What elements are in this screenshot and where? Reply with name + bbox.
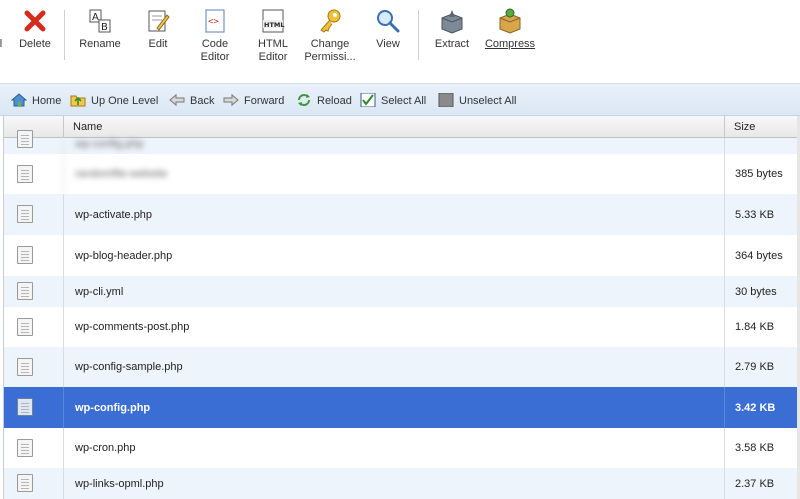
home-button[interactable]: Home — [10, 93, 61, 109]
table-row[interactable]: wp-links-opml.php 2.37 KB — [4, 468, 800, 499]
html-editor-button[interactable]: HTML HTML Editor — [252, 6, 294, 76]
home-icon — [10, 93, 28, 107]
magnifier-icon — [375, 8, 401, 34]
file-icon — [17, 246, 33, 264]
table-header: Name Size — [4, 116, 800, 138]
html-editor-icon: HTML — [260, 8, 286, 34]
file-icon — [17, 358, 33, 376]
delete-icon — [22, 8, 48, 34]
file-manager-toolbar: l Delete A B Rename Edit <> Code Editor … — [0, 0, 800, 84]
compress-box-icon — [497, 8, 523, 34]
name-column-header[interactable]: Name — [63, 116, 724, 138]
extract-box-icon — [439, 8, 465, 34]
key-icon — [317, 8, 343, 34]
file-list-table: Name Size wp-config.php randomfile-websi… — [3, 116, 800, 499]
table-row[interactable]: wp-comments-post.php 1.84 KB — [4, 307, 800, 347]
file-icon — [17, 318, 33, 336]
edit-icon — [145, 8, 171, 34]
select-all-button[interactable]: Select All — [360, 92, 426, 109]
svg-text:A: A — [92, 12, 99, 23]
file-icon — [17, 439, 33, 457]
back-button[interactable]: Back — [169, 93, 214, 109]
file-icon — [17, 130, 33, 148]
unselect-all-button[interactable]: Unselect All — [438, 92, 516, 109]
change-permissions-button[interactable]: Change Permissi... — [304, 6, 356, 76]
navigation-bar: Home Up One Level Back Forward Reload Se… — [0, 84, 800, 116]
rename-button[interactable]: A B Rename — [76, 6, 124, 76]
table-row[interactable]: randomfile-website 385 bytes — [4, 154, 800, 194]
folder-up-icon — [70, 93, 86, 107]
code-editor-button[interactable]: <> Code Editor — [194, 6, 236, 76]
file-icon — [17, 474, 33, 492]
delete-button[interactable]: Delete — [14, 6, 56, 76]
table-row[interactable]: wp-blog-header.php 364 bytes — [4, 235, 800, 276]
svg-text:HTML: HTML — [264, 21, 284, 29]
back-arrow-icon — [169, 93, 185, 107]
table-row-selected[interactable]: wp-config.php 3.42 KB — [4, 387, 800, 428]
table-row[interactable]: wp-cron.php 3.58 KB — [4, 428, 800, 468]
compress-button[interactable]: Compress — [484, 6, 536, 76]
file-icon — [17, 165, 33, 183]
forward-arrow-icon — [223, 93, 239, 107]
toolbar-divider — [418, 10, 419, 60]
edit-button[interactable]: Edit — [140, 6, 176, 76]
table-row[interactable]: wp-config-sample.php 2.79 KB — [4, 347, 800, 387]
table-row[interactable]: wp-config.php — [4, 130, 800, 154]
svg-text:B: B — [101, 22, 108, 33]
toolbar-divider — [64, 10, 65, 60]
file-icon — [17, 398, 33, 416]
svg-text:<>: <> — [208, 17, 219, 27]
toolbar-partial-button[interactable]: l — [0, 6, 6, 76]
view-button[interactable]: View — [372, 6, 404, 76]
size-column-header[interactable]: Size — [724, 116, 800, 138]
up-one-level-button[interactable]: Up One Level — [70, 93, 158, 109]
forward-button[interactable]: Forward — [223, 93, 284, 109]
extract-button[interactable]: Extract — [432, 6, 472, 76]
file-icon — [17, 205, 33, 223]
code-editor-icon: <> — [202, 8, 228, 34]
checkbox-checked-icon — [360, 92, 376, 108]
reload-icon — [296, 93, 312, 107]
table-row[interactable]: wp-activate.php 5.33 KB — [4, 194, 800, 235]
file-icon — [17, 282, 33, 300]
reload-button[interactable]: Reload — [296, 93, 352, 109]
rename-icon: A B — [87, 8, 113, 34]
table-row[interactable]: wp-cli.yml 30 bytes — [4, 276, 800, 307]
icon-column-header — [4, 116, 63, 138]
checkbox-unchecked-icon — [438, 92, 454, 108]
